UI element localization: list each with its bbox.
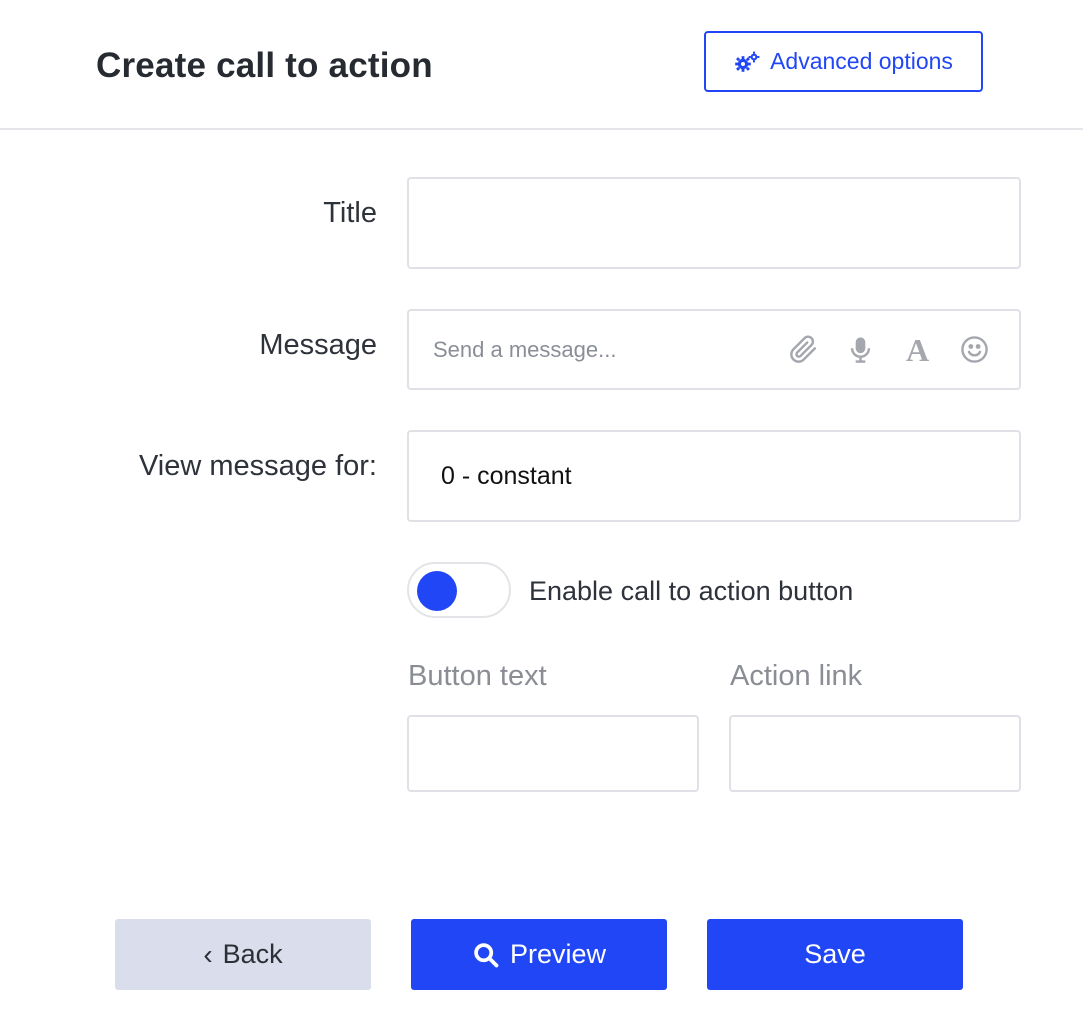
message-label: Message xyxy=(259,329,377,361)
cta-toggle-label: Enable call to action button xyxy=(529,576,854,606)
chevron-left-icon: ‹ xyxy=(203,938,213,970)
message-toolbar: A xyxy=(789,334,1019,366)
action-link-label: Action link xyxy=(730,660,863,692)
header: Create call to action Advanced options xyxy=(0,0,1083,130)
smiley-icon[interactable] xyxy=(960,335,989,364)
font-icon[interactable]: A xyxy=(903,334,932,366)
save-button[interactable]: Save xyxy=(707,919,963,990)
view-message-input[interactable]: 0 - constant xyxy=(407,430,1021,522)
back-label: Back xyxy=(222,939,283,969)
button-text-label: Button text xyxy=(408,660,547,692)
preview-label: Preview xyxy=(509,939,607,969)
toggle-knob xyxy=(417,571,457,611)
microphone-icon[interactable] xyxy=(846,335,875,364)
advanced-options-label: Advanced options xyxy=(770,48,953,74)
title-label: Title xyxy=(323,197,377,229)
view-message-label: View message for: xyxy=(138,450,377,482)
view-message-value: 0 - constant xyxy=(441,461,572,490)
action-link-input[interactable] xyxy=(729,715,1021,792)
message-input[interactable]: Send a message... A xyxy=(407,309,1021,390)
gears-icon xyxy=(735,51,760,72)
message-placeholder: Send a message... xyxy=(433,336,617,362)
search-icon xyxy=(474,942,499,967)
back-button[interactable]: ‹ Back xyxy=(115,919,371,990)
button-text-input[interactable] xyxy=(407,715,699,792)
advanced-options-button[interactable]: Advanced options xyxy=(704,31,983,92)
cta-toggle[interactable] xyxy=(407,562,511,618)
title-input[interactable] xyxy=(407,177,1021,269)
page-title: Create call to action xyxy=(96,46,433,85)
preview-button[interactable]: Preview xyxy=(411,919,667,990)
paperclip-icon[interactable] xyxy=(789,335,818,364)
